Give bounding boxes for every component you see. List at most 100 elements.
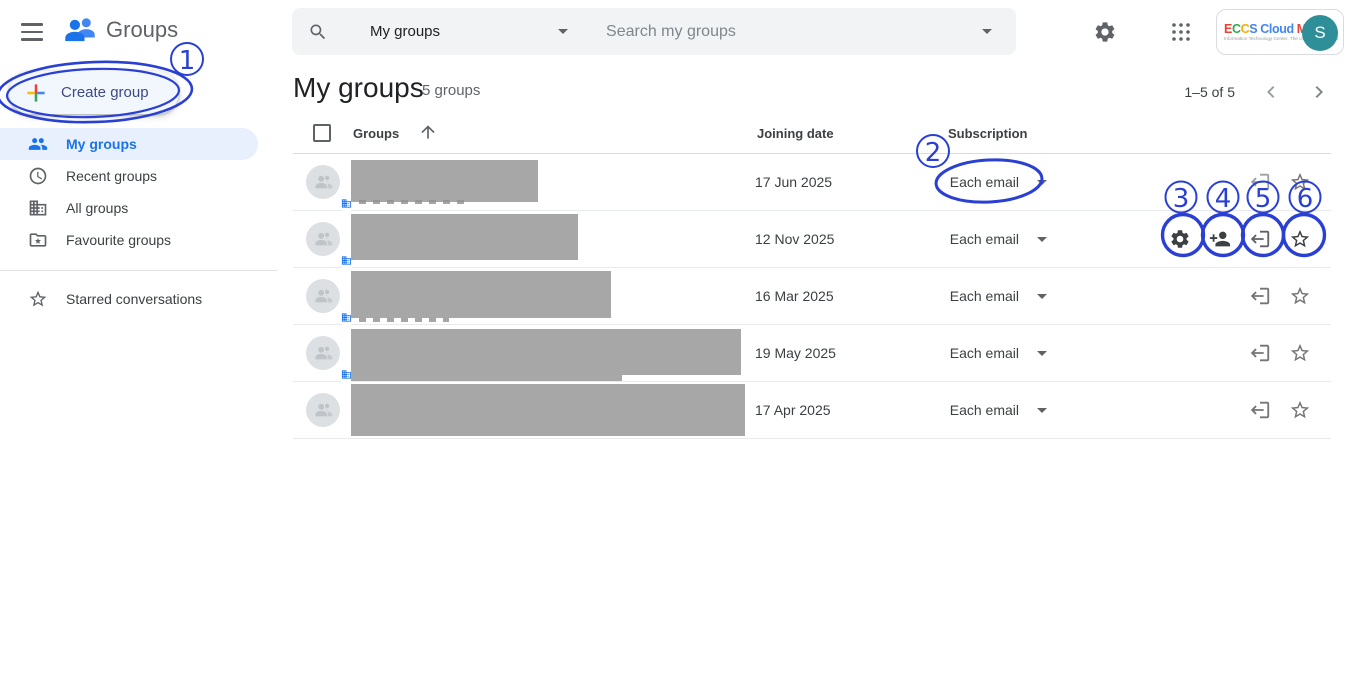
redacted-group-name — [351, 271, 611, 318]
group-row-3[interactable]: 16 Mar 2025 Each email — [293, 268, 1331, 325]
group-row-1[interactable]: 17 Jun 2025 Each email — [293, 154, 1331, 211]
star-group-icon[interactable] — [1289, 171, 1313, 195]
joining-date: 19 May 2025 — [755, 345, 836, 361]
subscription-dropdown[interactable]: Each email — [853, 231, 1019, 247]
eccs-logo-subtext: Information Technology Center, The Unive… — [1224, 36, 1292, 41]
joining-date: 17 Apr 2025 — [755, 402, 831, 418]
settings-gear-icon[interactable] — [1093, 20, 1117, 44]
star-group-icon[interactable] — [1289, 342, 1313, 366]
hamburger-menu-icon[interactable] — [18, 18, 46, 46]
sidebar-item-favourite-groups[interactable]: Favourite groups — [0, 224, 258, 256]
search-scope-dropdown[interactable]: My groups — [370, 23, 568, 40]
group-row-4[interactable]: 19 May 2025 Each email — [293, 325, 1331, 382]
add-member-icon[interactable] — [1209, 228, 1233, 252]
subscription-dropdown[interactable]: Each email — [853, 288, 1019, 304]
previous-page-chevron-left-icon[interactable] — [1259, 80, 1283, 104]
subscription-chevron-down-icon[interactable] — [1037, 351, 1047, 356]
sort-ascending-arrow-icon[interactable] — [418, 122, 438, 142]
people-icon — [28, 134, 48, 154]
main-header: My groups 5 groups 1–5 of 5 — [293, 72, 1331, 108]
user-avatar[interactable]: S — [1302, 15, 1338, 51]
star-group-icon[interactable] — [1289, 228, 1313, 252]
redacted-group-name — [351, 214, 578, 260]
create-group-button[interactable]: Create group — [9, 71, 179, 114]
folder-star-icon — [28, 230, 48, 250]
group-avatar — [306, 336, 340, 370]
redacted-group-name-line2 — [351, 375, 622, 381]
group-avatar — [306, 279, 340, 313]
search-scope-value: My groups — [370, 23, 440, 40]
star-icon — [28, 289, 48, 309]
page-title: My groups — [293, 72, 424, 104]
star-group-icon[interactable] — [1289, 399, 1313, 423]
google-plus-icon — [25, 82, 47, 104]
subscription-dropdown[interactable]: Each email — [853, 174, 1019, 190]
sidebar-item-label: My groups — [66, 136, 137, 152]
column-header-groups[interactable]: Groups — [353, 126, 399, 141]
eccs-cloud-mail-logo: ECCS Cloud Mail Information Technology C… — [1224, 22, 1304, 42]
column-header-joining-date: Joining date — [757, 126, 834, 141]
subscription-chevron-down-icon[interactable] — [1037, 180, 1047, 185]
sidebar-divider — [0, 270, 277, 271]
sidebar-nav: My groups Recent groups All groups — [0, 128, 280, 315]
joining-date: 16 Mar 2025 — [755, 288, 834, 304]
redacted-group-name — [351, 329, 741, 375]
sidebar-item-starred-conversations[interactable]: Starred conversations — [0, 283, 258, 315]
domain-icon — [28, 198, 48, 218]
leave-group-icon[interactable] — [1249, 342, 1273, 366]
leave-group-icon[interactable] — [1249, 228, 1273, 252]
sidebar-item-recent-groups[interactable]: Recent groups — [0, 160, 258, 192]
account-card[interactable]: ECCS Cloud Mail Information Technology C… — [1216, 9, 1344, 55]
google-apps-grid-icon[interactable] — [1169, 20, 1193, 44]
group-avatar — [306, 165, 340, 199]
next-page-chevron-right-icon[interactable] — [1307, 80, 1331, 104]
sidebar-item-label: All groups — [66, 200, 128, 216]
search-input[interactable] — [606, 23, 982, 41]
sidebar-item-label: Recent groups — [66, 168, 157, 184]
clock-icon — [28, 166, 48, 186]
create-group-label: Create group — [61, 84, 149, 101]
redaction-leak — [359, 318, 449, 322]
eccs-logo-text: ECCS Cloud Mail — [1224, 22, 1304, 36]
group-row-2[interactable]: 12 Nov 2025 Each email — [293, 211, 1331, 268]
subscription-chevron-down-icon[interactable] — [1037, 408, 1047, 413]
groups-people-icon — [62, 12, 98, 48]
search-bar: My groups — [292, 8, 1016, 55]
redacted-group-name — [351, 384, 745, 436]
joining-date: 12 Nov 2025 — [755, 231, 834, 247]
sidebar-item-my-groups[interactable]: My groups — [0, 128, 258, 160]
chevron-down-icon — [558, 29, 568, 34]
subscription-dropdown[interactable]: Each email — [853, 402, 1019, 418]
app-title: Groups — [106, 17, 178, 43]
subscription-chevron-down-icon[interactable] — [1037, 294, 1047, 299]
redacted-group-name — [351, 160, 538, 202]
sidebar-item-label: Starred conversations — [66, 291, 202, 307]
subscription-dropdown[interactable]: Each email — [853, 345, 1019, 361]
redaction-leak — [359, 200, 469, 204]
leave-group-icon[interactable] — [1249, 399, 1273, 423]
star-group-icon[interactable] — [1289, 285, 1313, 309]
group-avatar — [306, 393, 340, 427]
select-all-checkbox[interactable] — [313, 124, 331, 142]
table-header: Groups Joining date Subscription — [293, 118, 1331, 154]
column-header-subscription: Subscription — [948, 126, 1027, 141]
group-settings-gear-icon[interactable] — [1169, 228, 1193, 252]
groups-logo[interactable]: Groups — [62, 12, 178, 48]
subscription-chevron-down-icon[interactable] — [1037, 237, 1047, 242]
avatar-letter: S — [1314, 23, 1325, 43]
groups-table: Groups Joining date Subscription 17 Jun … — [293, 118, 1331, 439]
group-count: 5 groups — [422, 82, 480, 99]
leave-group-icon[interactable] — [1249, 285, 1273, 309]
joining-date: 17 Jun 2025 — [755, 174, 832, 190]
leave-group-icon[interactable] — [1249, 171, 1273, 195]
pagination-range: 1–5 of 5 — [1184, 84, 1235, 100]
search-icon[interactable] — [308, 22, 328, 42]
google-groups-app: Groups My groups — [0, 0, 1363, 675]
sidebar-item-all-groups[interactable]: All groups — [0, 192, 258, 224]
search-options-chevron-down-icon[interactable] — [982, 29, 992, 34]
pagination: 1–5 of 5 — [1184, 80, 1331, 104]
sidebar-item-label: Favourite groups — [66, 232, 171, 248]
group-row-5[interactable]: 17 Apr 2025 Each email — [293, 382, 1331, 439]
group-avatar — [306, 222, 340, 256]
top-bar: Groups My groups — [0, 0, 1363, 64]
